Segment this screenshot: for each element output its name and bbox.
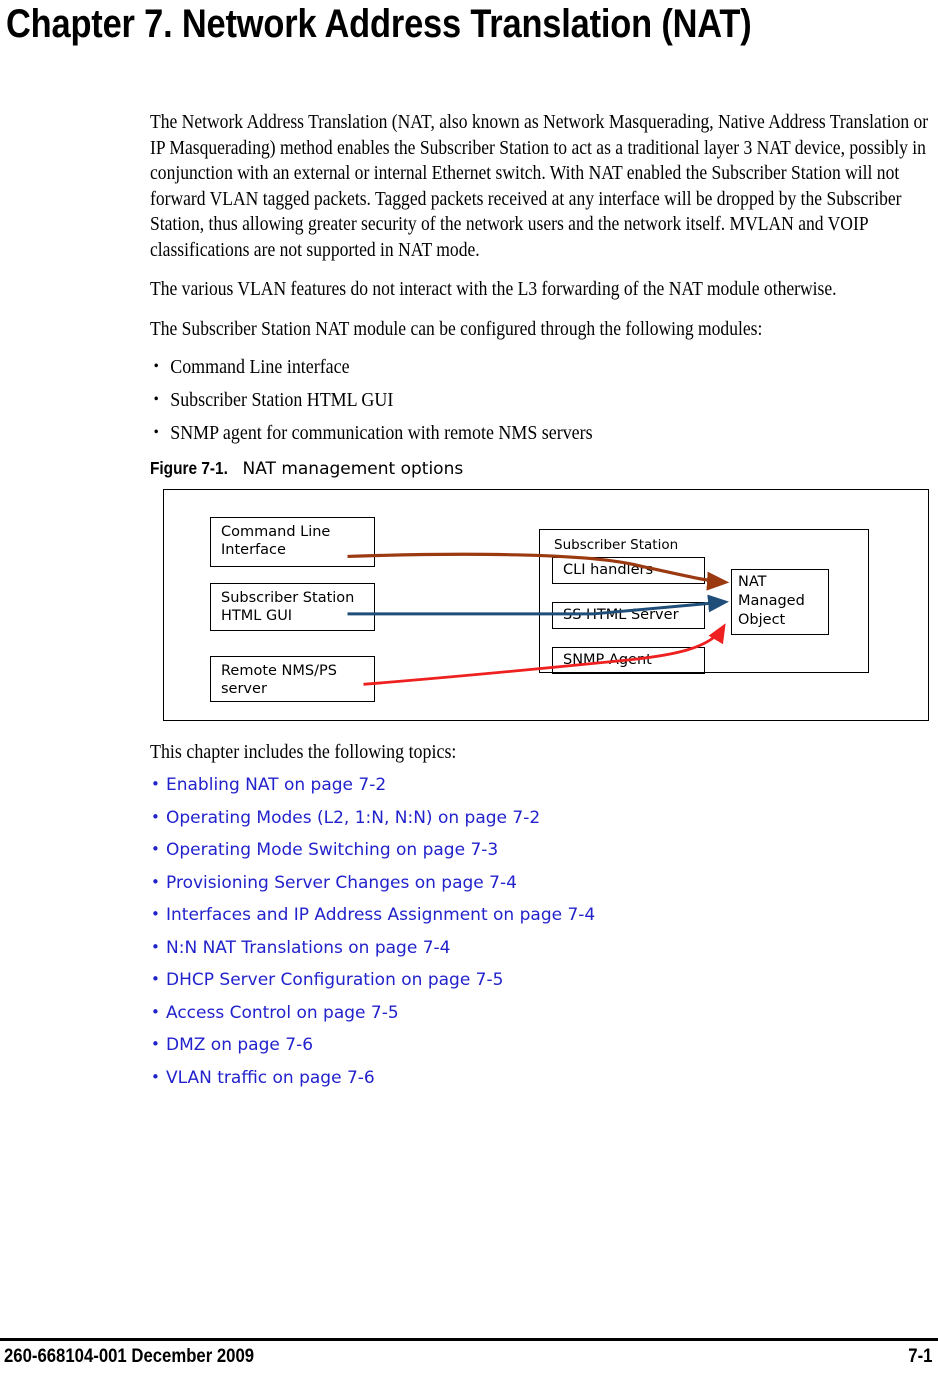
topic-link-list: Enabling NAT on page 7-2 Operating Modes… <box>150 774 936 1088</box>
list-item[interactable]: Operating Mode Switching on page 7-3 <box>150 839 936 860</box>
module-bullet-list: Command Line interface Subscriber Statio… <box>150 355 936 446</box>
page-footer: 260-668104-001 December 2009 7-1 <box>0 1346 938 1376</box>
diagram-box-label: SS HTML Server <box>563 607 679 623</box>
topic-link-access-control[interactable]: Access Control on page 7-5 <box>166 1003 399 1023</box>
diagram-box-nat-managed-object: NAT Managed Object <box>731 569 829 635</box>
modules-intro-paragraph: The Subscriber Station NAT module can be… <box>150 318 763 340</box>
diagram-box-label: SNMP Agent <box>563 652 652 668</box>
footer-document-number: 260-668104-001 December 2009 <box>4 1346 255 1367</box>
content-column: The Network Address Translation (NAT, al… <box>150 110 936 1100</box>
topic-link-provisioning-server-changes[interactable]: Provisioning Server Changes on page 7-4 <box>166 873 517 893</box>
diagram-box-command-line-interface: Command Line Interface <box>210 517 375 567</box>
diagram-box-snmp-agent: SNMP Agent <box>552 647 705 674</box>
diagram-box-label: Command Line Interface <box>221 524 331 558</box>
diagram-box-label: Subscriber Station <box>554 537 679 553</box>
list-item: Subscriber Station HTML GUI <box>150 388 873 413</box>
list-item[interactable]: Operating Modes (L2, 1:N, N:N) on page 7… <box>150 807 936 828</box>
topics-intro-paragraph: This chapter includes the following topi… <box>150 742 457 763</box>
vlan-note-paragraph: The various VLAN features do not interac… <box>150 279 837 300</box>
list-item[interactable]: VLAN traffic on page 7-6 <box>150 1067 936 1088</box>
diagram-box-ss-html-server: SS HTML Server <box>552 602 705 629</box>
diagram-box-remote-nms-ps-server: Remote NMS/PS server <box>210 656 375 702</box>
list-item[interactable]: Access Control on page 7-5 <box>150 1002 936 1023</box>
topic-link-nn-nat-translations[interactable]: N:N NAT Translations on page 7-4 <box>166 938 450 958</box>
diagram-box-label: CLI handlers <box>563 562 654 578</box>
topic-link-operating-mode-switching[interactable]: Operating Mode Switching on page 7-3 <box>166 840 498 860</box>
figure-caption: Figure 7-1. NAT management options <box>150 458 936 479</box>
diagram-box-label: NAT Managed Object <box>738 574 805 628</box>
diagram-box-label: Subscriber Station HTML GUI <box>221 590 355 624</box>
topic-link-enabling-nat[interactable]: Enabling NAT on page 7-2 <box>166 775 386 795</box>
figure-diagram: Command Line Interface Subscriber Statio… <box>163 489 929 721</box>
page-title: Chapter 7. Network Address Translation (… <box>6 2 752 46</box>
diagram-box-label: Remote NMS/PS server <box>221 663 337 697</box>
footer-divider <box>0 1338 938 1341</box>
intro-paragraph: The Network Address Translation (NAT, al… <box>150 112 929 261</box>
list-item[interactable]: Enabling NAT on page 7-2 <box>150 774 936 795</box>
list-item[interactable]: DMZ on page 7-6 <box>150 1034 936 1055</box>
footer-page-number: 7-1 <box>907 1346 932 1367</box>
topic-link-dmz[interactable]: DMZ on page 7-6 <box>166 1035 313 1055</box>
topic-link-operating-modes[interactable]: Operating Modes (L2, 1:N, N:N) on page 7… <box>166 808 540 828</box>
diagram-box-cli-handlers: CLI handlers <box>552 557 705 584</box>
figure-label: Figure 7-1. <box>150 458 228 478</box>
list-item: SNMP agent for communication with remote… <box>150 421 873 446</box>
diagram-box-subscriber-station-html-gui: Subscriber Station HTML GUI <box>210 583 375 631</box>
list-item[interactable]: Provisioning Server Changes on page 7-4 <box>150 872 936 893</box>
list-item[interactable]: N:N NAT Translations on page 7-4 <box>150 937 936 958</box>
list-item[interactable]: Interfaces and IP Address Assignment on … <box>150 904 936 925</box>
topic-link-interfaces-and-ip-address-assignment[interactable]: Interfaces and IP Address Assignment on … <box>166 905 595 925</box>
topic-link-dhcp-server-configuration[interactable]: DHCP Server Configuration on page 7-5 <box>166 970 503 990</box>
figure-caption-text: NAT management options <box>242 459 464 479</box>
topic-link-vlan-traffic[interactable]: VLAN traffic on page 7-6 <box>166 1068 375 1088</box>
list-item[interactable]: DHCP Server Configuration on page 7-5 <box>150 969 936 990</box>
list-item: Command Line interface <box>150 355 873 380</box>
